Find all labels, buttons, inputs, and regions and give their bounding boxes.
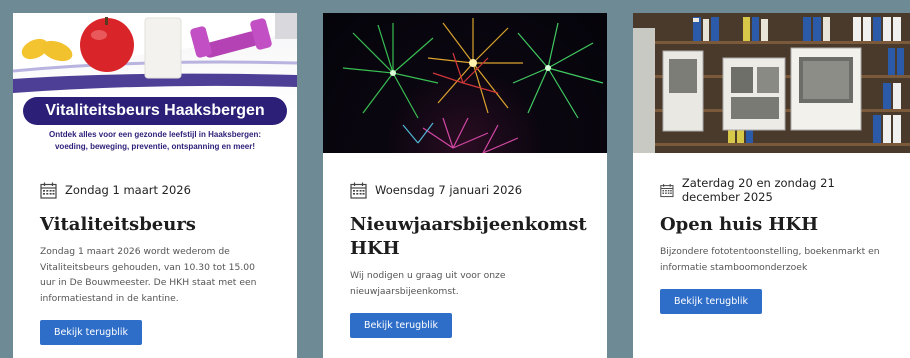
event-image[interactable] bbox=[633, 13, 910, 153]
view-recap-button[interactable]: Bekijk terugblik bbox=[350, 313, 453, 338]
banner-subtitle-line: voeding, beweging, preventie, ontspannin… bbox=[54, 142, 256, 151]
calendar-icon bbox=[40, 182, 57, 199]
fireworks-photo bbox=[342, 18, 604, 153]
event-date: Zaterdag 20 en zondag 21 december 2025 bbox=[681, 176, 835, 204]
library-photo bbox=[633, 13, 910, 153]
event-image[interactable] bbox=[323, 13, 607, 153]
event-description: Wij nodigen u graag uit voor onze nieuwj… bbox=[350, 270, 506, 297]
event-date-row: Woensdag 7 januari 2026 bbox=[350, 181, 580, 199]
view-recap-button[interactable]: Bekijk terugblik bbox=[40, 320, 143, 345]
calendar-icon bbox=[350, 182, 367, 199]
event-title[interactable]: Vitaliteitsbeurs bbox=[40, 213, 270, 237]
event-date-row: Zondag 1 maart 2026 bbox=[40, 181, 270, 199]
event-image[interactable]: Vitaliteitsbeurs Haaksbergen Ontdek alle… bbox=[13, 13, 297, 153]
event-title[interactable]: Open huis HKH bbox=[660, 213, 883, 237]
event-card-vitaliteitsbeurs[interactable]: Vitaliteitsbeurs Haaksbergen Ontdek alle… bbox=[13, 13, 297, 358]
view-recap-button[interactable]: Bekijk terugblik bbox=[660, 289, 763, 314]
event-description: Bijzondere fototentoonstelling, boekenma… bbox=[660, 246, 880, 273]
event-card-nieuwjaarsbijeenkomst[interactable]: Woensdag 7 januari 2026 Nieuwjaarsbijeen… bbox=[323, 13, 607, 358]
event-date: Zondag 1 maart 2026 bbox=[65, 183, 191, 197]
event-date-row: Zaterdag 20 en zondag 21 december 2025 bbox=[660, 176, 883, 204]
calendar-icon bbox=[660, 183, 674, 197]
event-description: Zondag 1 maart 2026 wordt wederom de Vit… bbox=[40, 246, 257, 304]
event-title[interactable]: Nieuwjaarsbijeenkomst HKH bbox=[350, 213, 587, 261]
banner-title: Vitaliteitsbeurs Haaksbergen bbox=[23, 97, 287, 125]
event-date: Woensdag 7 januari 2026 bbox=[375, 183, 523, 197]
banner-subtitle: Ontdek alles voor een gezonde leefstijl … bbox=[19, 129, 291, 153]
banner-subtitle-line: Ontdek alles voor een gezonde leefstijl … bbox=[48, 130, 262, 139]
event-card-open-huis[interactable]: Zaterdag 20 en zondag 21 december 2025 O… bbox=[633, 13, 910, 358]
